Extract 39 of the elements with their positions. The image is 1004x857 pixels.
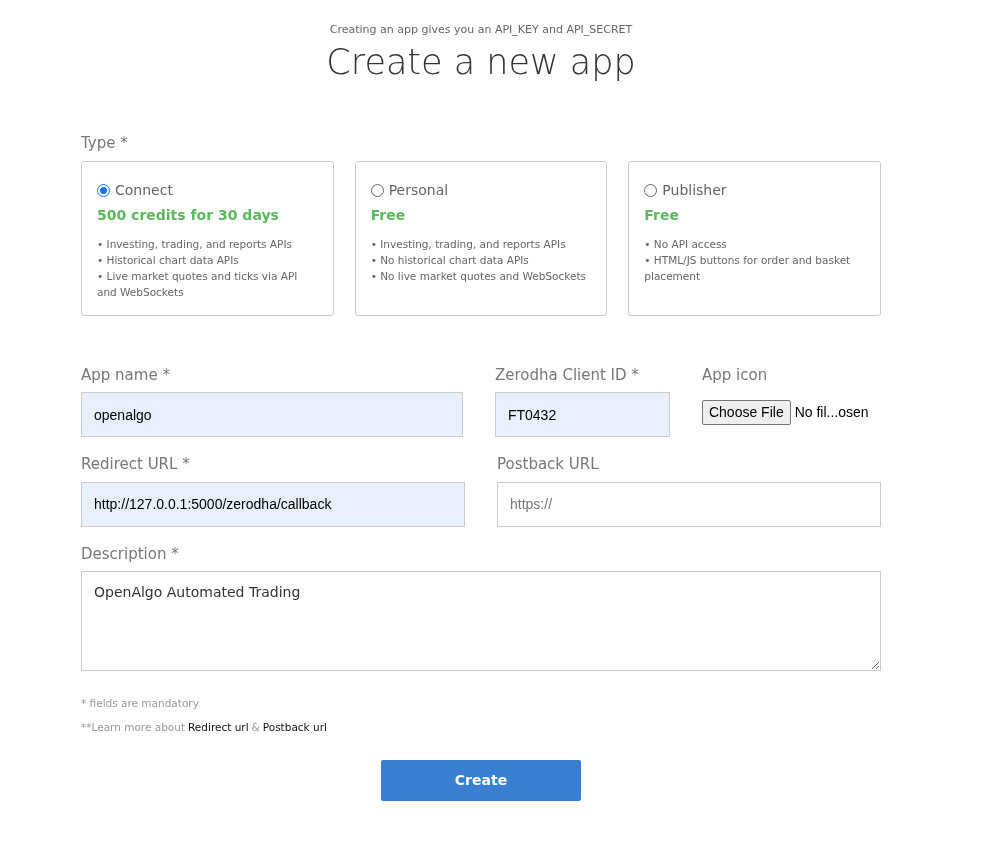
- app-name-field[interactable]: openalgo: [81, 392, 463, 438]
- feature-text: • Live market quotes and ticks via API and WebSockets: [97, 268, 299, 300]
- field-label: Postback URL: [497, 454, 600, 476]
- plan-card[interactable]: Connect 500 credits for 30 days • Investing, trading, and reports APIs • Historical chart data APIs • Live market quotes and ticks via API and WebSockets: [81, 160, 334, 316]
- plan-name: Publisher: [662, 180, 727, 200]
- plan-price: Free: [644, 205, 680, 225]
- ampersand-text: &: [251, 720, 260, 735]
- page-title: Create a new app: [326, 40, 636, 84]
- plan-name: Connect: [115, 180, 173, 200]
- feature-text: • Investing, trading, and reports APIs: [370, 236, 567, 252]
- feature-text: • HTML/JS buttons for order and basket placement: [644, 252, 852, 284]
- feature-text: • Investing, trading, and reports APIs: [97, 236, 293, 252]
- postback-url-link[interactable]: Postback url: [262, 720, 327, 736]
- create-button[interactable]: Create: [381, 759, 581, 801]
- plan-card[interactable]: Personal Free • Investing, trading, and reports APIs • No historical chart data APIs • No live market quotes and WebSockets: [354, 160, 608, 316]
- file-status: No fil...osen: [794, 403, 869, 423]
- plan-card[interactable]: Publisher Free • No API access • HTML/JS buttons for order and basket placement: [628, 160, 881, 316]
- field-label: App name *: [81, 364, 171, 386]
- feature-text: • Historical chart data APIs: [97, 252, 240, 268]
- feature-text: • No historical chart data APIs: [370, 252, 530, 268]
- subtitle: Creating an app gives you an API_KEY and API_SECRET: [329, 22, 633, 38]
- plan-name: Personal: [388, 180, 449, 200]
- learn-more-text: **Learn more about: [81, 720, 185, 735]
- description-field[interactable]: OpenAlgo Automated Trading: [81, 571, 881, 672]
- feature-text: • No API access: [644, 236, 728, 252]
- plan-price: 500 credits for 30 days: [97, 205, 280, 225]
- choose-file-button[interactable]: Choose File: [701, 400, 791, 426]
- plan-price: Free: [370, 205, 407, 225]
- mandatory-note: * fields are mandatory: [81, 696, 200, 712]
- feature-text: • No live market quotes and WebSockets: [370, 268, 587, 284]
- postback-url-field[interactable]: https://: [497, 481, 881, 527]
- field-label: Zerodha Client ID *: [494, 364, 640, 386]
- redirect-url-field[interactable]: http://127.0.0.1:5000/zerodha/callback: [81, 481, 465, 527]
- client-id-field[interactable]: FT0432: [494, 392, 670, 438]
- field-label: Type *: [81, 133, 129, 155]
- field-label: App icon: [701, 364, 769, 386]
- redirect-url-link[interactable]: Redirect url: [188, 720, 249, 736]
- field-label: Redirect URL *: [81, 454, 191, 476]
- field-label: Description *: [81, 543, 180, 565]
